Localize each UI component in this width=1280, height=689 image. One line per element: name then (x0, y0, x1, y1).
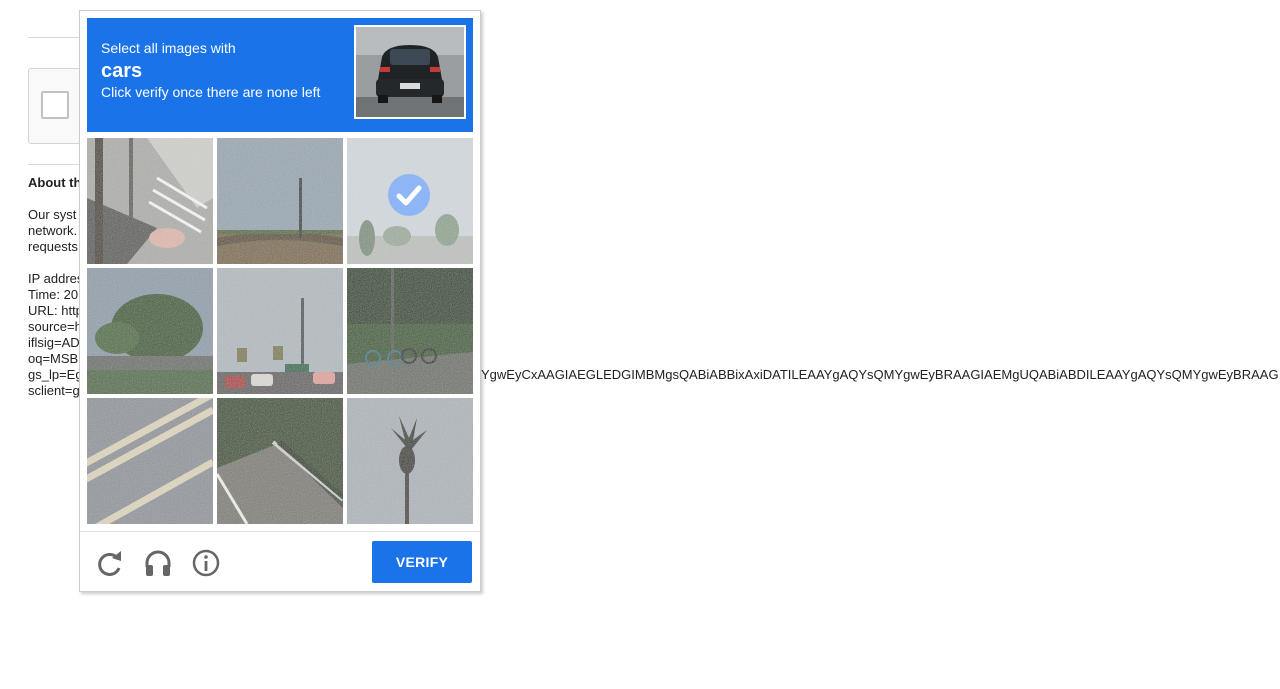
recaptcha-checkbox[interactable] (41, 91, 69, 119)
paragraph-line: Our syst (28, 207, 77, 222)
prompt-line-2: Click verify once there are none left (101, 84, 321, 100)
headphones-icon[interactable] (142, 547, 174, 579)
challenge-header: Select all images with cars Click verify… (87, 18, 473, 132)
footer-divider (80, 531, 480, 532)
captcha-challenge-dialog: Select all images with cars Click verify… (79, 10, 481, 592)
info-line: gs_lp=Eg (28, 367, 83, 382)
image-tile-4[interactable] (87, 268, 213, 394)
request-info: IP addres Time: 20 URL: http source=h if… (28, 271, 83, 399)
prompt-line-1: Select all images with (101, 40, 236, 56)
info-icon[interactable] (190, 547, 222, 579)
info-line: URL: http (28, 303, 83, 318)
selected-check-icon (387, 173, 431, 217)
info-line: IP addres (28, 271, 84, 286)
image-tile-1[interactable] (87, 138, 213, 264)
image-tile-8[interactable] (217, 398, 343, 524)
target-object: cars (101, 60, 143, 82)
info-line: oq=MSB (28, 351, 79, 366)
paragraph-line: network. (28, 223, 78, 238)
image-tile-9[interactable] (347, 398, 473, 524)
info-line: sclient=g (28, 383, 80, 398)
image-tile-3[interactable] (347, 138, 473, 264)
info-line: source=h (28, 319, 82, 334)
image-tile-6[interactable] (347, 268, 473, 394)
about-paragraph: Our syst network. requests (28, 207, 78, 255)
paragraph-line: requests (28, 239, 78, 254)
image-tile-7[interactable] (87, 398, 213, 524)
info-line: Time: 20 (28, 287, 79, 302)
verify-button[interactable]: VERIFY (372, 541, 472, 583)
reload-icon[interactable] (94, 547, 126, 579)
gs-lp-tail: YgwEyCxAAGIAEGLEDGIMBMgsQABiABBixAxiDATI… (481, 367, 1279, 382)
about-heading: About th (28, 175, 82, 190)
sample-car-image (354, 25, 466, 119)
image-tile-5[interactable] (217, 268, 343, 394)
image-tile-2[interactable] (217, 138, 343, 264)
info-line: iflsig=AD (28, 335, 80, 350)
